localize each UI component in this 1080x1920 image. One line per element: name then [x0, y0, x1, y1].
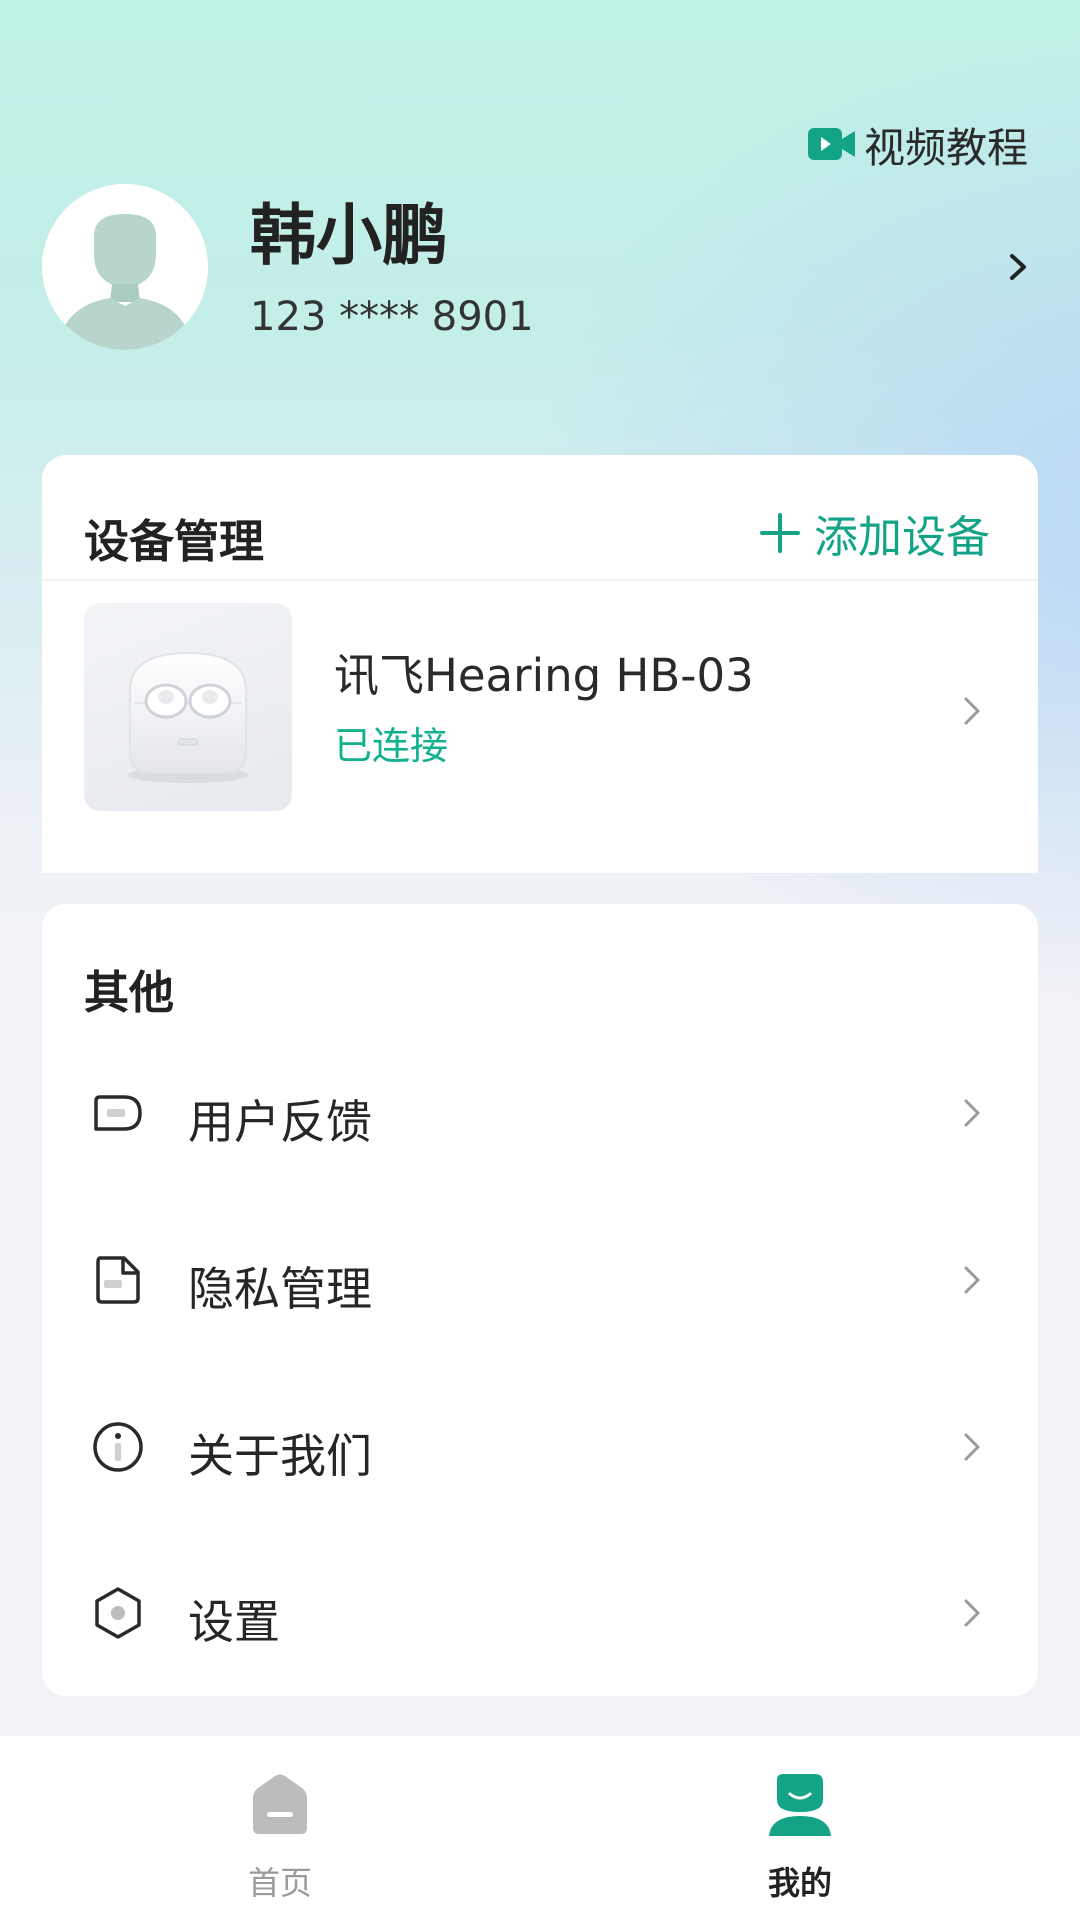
- menu-item-label: 关于我们: [188, 1429, 372, 1483]
- bottom-tab-bar: 首页 我的: [0, 1736, 1080, 1920]
- divider: [42, 579, 1038, 581]
- menu-item-label: 设置: [188, 1595, 280, 1649]
- earbuds-case-image: [128, 651, 248, 783]
- chevron-right-icon: [1010, 254, 1026, 280]
- add-device-label: 添加设备: [814, 512, 990, 563]
- device-status: 已连接: [334, 724, 449, 768]
- device-management-card: 设备管理 添加设备 讯飞Hearing HB-03 已连接: [42, 455, 1038, 873]
- device-section-title: 设备管理: [84, 515, 265, 568]
- menu-item-feedback[interactable]: 用户反馈: [42, 1048, 1038, 1178]
- add-device-button[interactable]: 添加设备: [760, 501, 990, 565]
- plus-icon: [760, 513, 800, 553]
- video-camera-icon: [808, 128, 855, 160]
- menu-item-label: 隐私管理: [188, 1262, 372, 1316]
- profile-name: 韩小鹏: [250, 197, 448, 274]
- privacy-document-icon: [96, 1256, 140, 1304]
- chevron-right-icon: [964, 1599, 980, 1627]
- profile-icon: [769, 1774, 831, 1836]
- avatar: [42, 184, 208, 350]
- menu-item-about[interactable]: 关于我们: [42, 1382, 1038, 1512]
- menu-item-privacy[interactable]: 隐私管理: [42, 1215, 1038, 1345]
- chevron-right-icon: [964, 1433, 980, 1461]
- tab-mine-label: 我的: [767, 1864, 832, 1902]
- tab-home-label: 首页: [247, 1864, 312, 1902]
- menu-item-settings[interactable]: 设置: [42, 1548, 1038, 1678]
- chevron-right-icon: [964, 1099, 980, 1127]
- other-card: 其他 用户反馈 隐私管理 关于我们 设置: [42, 904, 1038, 1696]
- tab-home[interactable]: 首页: [0, 1736, 540, 1920]
- chevron-right-icon: [964, 697, 980, 725]
- home-icon: [253, 1774, 307, 1834]
- settings-hexagon-icon: [95, 1587, 141, 1639]
- profile-phone: 123 **** 8901: [250, 294, 534, 340]
- video-tutorial-link[interactable]: 视频教程: [808, 114, 1028, 174]
- other-section-title: 其他: [84, 966, 175, 1019]
- menu-item-label: 用户反馈: [188, 1095, 372, 1149]
- info-icon: [93, 1422, 143, 1472]
- device-list-item[interactable]: 讯飞Hearing HB-03 已连接: [42, 597, 1038, 821]
- chevron-right-icon: [964, 1266, 980, 1294]
- default-avatar-icon: [42, 184, 208, 350]
- video-tutorial-label: 视频教程: [864, 124, 1028, 172]
- feedback-icon: [94, 1095, 142, 1131]
- device-name: 讯飞Hearing HB-03: [334, 649, 754, 702]
- tab-mine[interactable]: 我的: [540, 1736, 1080, 1920]
- profile-header[interactable]: 韩小鹏 123 **** 8901: [42, 184, 1038, 352]
- device-image: [84, 603, 292, 811]
